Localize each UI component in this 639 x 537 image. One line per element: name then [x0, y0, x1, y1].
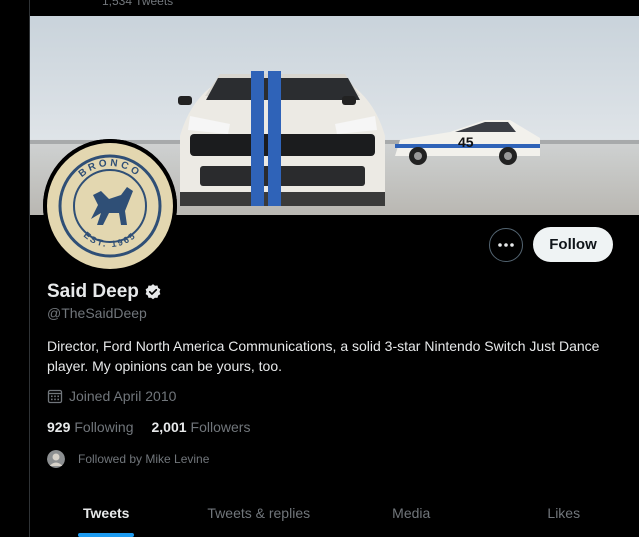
followers-count: 2,001 [151, 419, 187, 435]
tab-media[interactable]: Media [335, 488, 488, 537]
followed-by-text: Followed by Mike Levine [78, 452, 210, 466]
handle: @TheSaidDeep [47, 305, 147, 321]
bio: Director, Ford North America Communicati… [47, 338, 600, 374]
verified-badge-icon[interactable] [144, 283, 162, 301]
following-link[interactable]: 929 Following [47, 419, 134, 435]
name-row: Said Deep [47, 281, 162, 303]
calendar-icon [47, 388, 63, 404]
profile-column: 1,534 Tweets 45 BRONCO EST. 1965 Follow … [29, 0, 639, 537]
joined-text: Joined April 2010 [69, 388, 177, 404]
profile-tabs: Tweets Tweets & replies Media Likes [30, 488, 639, 537]
tab-tweets-replies[interactable]: Tweets & replies [183, 488, 336, 537]
follow-button[interactable]: Follow [533, 227, 613, 262]
following-label: Following [74, 419, 134, 435]
tab-likes[interactable]: Likes [488, 488, 639, 537]
tweet-count: 1,534 Tweets [102, 0, 174, 8]
svg-text:45: 45 [458, 134, 474, 150]
followers-link[interactable]: 2,001 Followers [152, 419, 251, 435]
follower-avatar [47, 450, 65, 468]
joined-date: Joined April 2010 [47, 388, 176, 404]
display-name: Said Deep [47, 281, 139, 302]
mustang-front [178, 71, 385, 206]
more-icon [498, 243, 514, 247]
follow-stats: 929 Following 2,001 Followers [47, 419, 268, 435]
tab-tweets[interactable]: Tweets [30, 488, 183, 537]
profile-avatar[interactable]: BRONCO EST. 1965 [43, 139, 177, 273]
followers-label: Followers [190, 419, 251, 435]
more-options-button[interactable] [489, 228, 523, 262]
following-count: 929 [47, 419, 71, 435]
followed-by[interactable]: Followed by Mike Levine [47, 450, 209, 468]
